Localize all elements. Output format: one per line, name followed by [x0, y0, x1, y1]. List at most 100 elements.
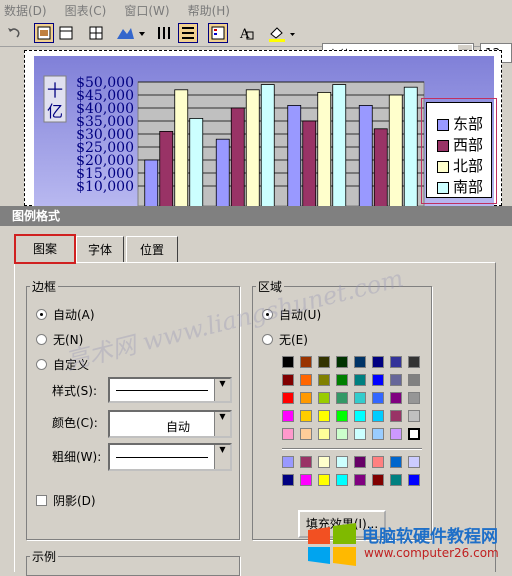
palette-color[interactable] [408, 356, 420, 368]
palette-color[interactable] [390, 392, 402, 404]
palette-chart-color[interactable] [390, 474, 402, 486]
palette-color[interactable] [300, 356, 312, 368]
chart-legend[interactable]: 东部 西部 北部 南部 [426, 102, 492, 198]
bar [358, 105, 373, 206]
palette-separator [282, 448, 422, 450]
undo-icon[interactable] [4, 23, 24, 43]
palette-chart-color[interactable] [354, 474, 366, 486]
legend-swatch-north [437, 161, 449, 173]
palette-color[interactable] [354, 374, 366, 386]
palette-color[interactable] [300, 392, 312, 404]
tab-patterns[interactable]: 图案 [14, 234, 76, 264]
line-color-select[interactable]: 自动 ▼ [108, 410, 232, 438]
palette-color[interactable] [390, 428, 402, 440]
area-none-radio[interactable]: 无(E) [262, 331, 308, 348]
palette-color[interactable] [300, 410, 312, 422]
palette-color[interactable] [354, 410, 366, 422]
palette-chart-color[interactable] [282, 474, 294, 486]
palette-chart-color[interactable] [408, 474, 420, 486]
menu-data[interactable]: 数据(D) [4, 2, 47, 19]
format-chart-icon[interactable] [56, 23, 76, 43]
palette-color[interactable] [282, 374, 294, 386]
palette-color[interactable] [408, 428, 420, 440]
palette-color[interactable] [372, 356, 384, 368]
chevron-down-icon[interactable]: ▼ [214, 379, 230, 401]
menu-help[interactable]: 帮助(H) [188, 2, 230, 19]
palette-color[interactable] [408, 374, 420, 386]
menu-chart[interactable]: 图表(C) [65, 2, 107, 19]
tab-label: 图案 [32, 242, 57, 256]
palette-chart-color[interactable] [318, 456, 330, 468]
palette-color[interactable] [336, 428, 348, 440]
shadow-checkbox[interactable]: 阴影(D) [36, 492, 96, 509]
palette-chart-color[interactable] [282, 456, 294, 468]
palette-color[interactable] [282, 428, 294, 440]
palette-color[interactable] [318, 410, 330, 422]
bar [317, 92, 332, 206]
palette-color[interactable] [354, 392, 366, 404]
line-style-select[interactable]: ▼ [108, 377, 232, 403]
border-auto-radio[interactable]: 自动(A) [36, 306, 95, 323]
palette-color[interactable] [282, 410, 294, 422]
by-row-icon[interactable] [178, 23, 198, 43]
palette-chart-color[interactable] [372, 456, 384, 468]
palette-color[interactable] [300, 428, 312, 440]
palette-chart-color[interactable] [390, 456, 402, 468]
palette-color[interactable] [390, 356, 402, 368]
palette-chart-color[interactable] [300, 456, 312, 468]
palette-color[interactable] [318, 428, 330, 440]
chevron-down-icon[interactable]: ▼ [214, 445, 230, 469]
palette-color[interactable] [390, 410, 402, 422]
palette-color[interactable] [336, 392, 348, 404]
palette-chart-color[interactable] [336, 474, 348, 486]
palette-color[interactable] [372, 374, 384, 386]
by-column-icon[interactable] [154, 23, 174, 43]
style-label: 样式(S): [52, 384, 98, 398]
palette-color[interactable] [336, 410, 348, 422]
palette-chart-color[interactable] [336, 456, 348, 468]
text-angle-icon[interactable]: A [236, 23, 256, 43]
legend-swatch-east [437, 119, 449, 131]
bar [287, 105, 302, 206]
chevron-down-icon[interactable]: ▼ [214, 412, 230, 436]
palette-color[interactable] [372, 410, 384, 422]
radio-dot [36, 359, 47, 370]
palette-chart-color[interactable] [408, 456, 420, 468]
sample-group [26, 556, 240, 576]
palette-color[interactable] [336, 374, 348, 386]
y-tick-label: $10,000 [76, 179, 134, 195]
brand-name: 电脑软硬件教程网 [362, 527, 498, 547]
palette-color[interactable] [318, 392, 330, 404]
fill-color-icon[interactable] [266, 23, 298, 43]
chart-object-icon[interactable] [34, 23, 54, 43]
data-table-icon[interactable] [86, 23, 106, 43]
palette-color[interactable] [408, 392, 420, 404]
palette-chart-color[interactable] [372, 474, 384, 486]
palette-color[interactable] [354, 428, 366, 440]
palette-color[interactable] [336, 356, 348, 368]
palette-color[interactable] [282, 392, 294, 404]
line-weight-select[interactable]: ▼ [108, 443, 232, 471]
palette-chart-color[interactable] [300, 474, 312, 486]
palette-chart-color[interactable] [354, 456, 366, 468]
palette-color[interactable] [390, 374, 402, 386]
tab-placement[interactable]: 位置 [126, 236, 178, 262]
svg-text:A: A [239, 27, 250, 42]
palette-color[interactable] [354, 356, 366, 368]
bar [403, 86, 418, 206]
legend-icon[interactable] [208, 23, 228, 43]
y-axis-title: 亿 [47, 102, 63, 121]
palette-color[interactable] [318, 356, 330, 368]
palette-color[interactable] [372, 392, 384, 404]
palette-color[interactable] [300, 374, 312, 386]
menu-window[interactable]: 窗口(W) [124, 2, 169, 19]
legend-label: 南部 [453, 178, 484, 196]
palette-color[interactable] [372, 428, 384, 440]
tab-font[interactable]: 字体 [76, 236, 124, 262]
palette-color[interactable] [408, 410, 420, 422]
dialog-title[interactable]: 图例格式 [0, 206, 512, 226]
chart-type-icon[interactable] [114, 23, 148, 43]
palette-color[interactable] [318, 374, 330, 386]
palette-chart-color[interactable] [318, 474, 330, 486]
palette-color[interactable] [282, 356, 294, 368]
